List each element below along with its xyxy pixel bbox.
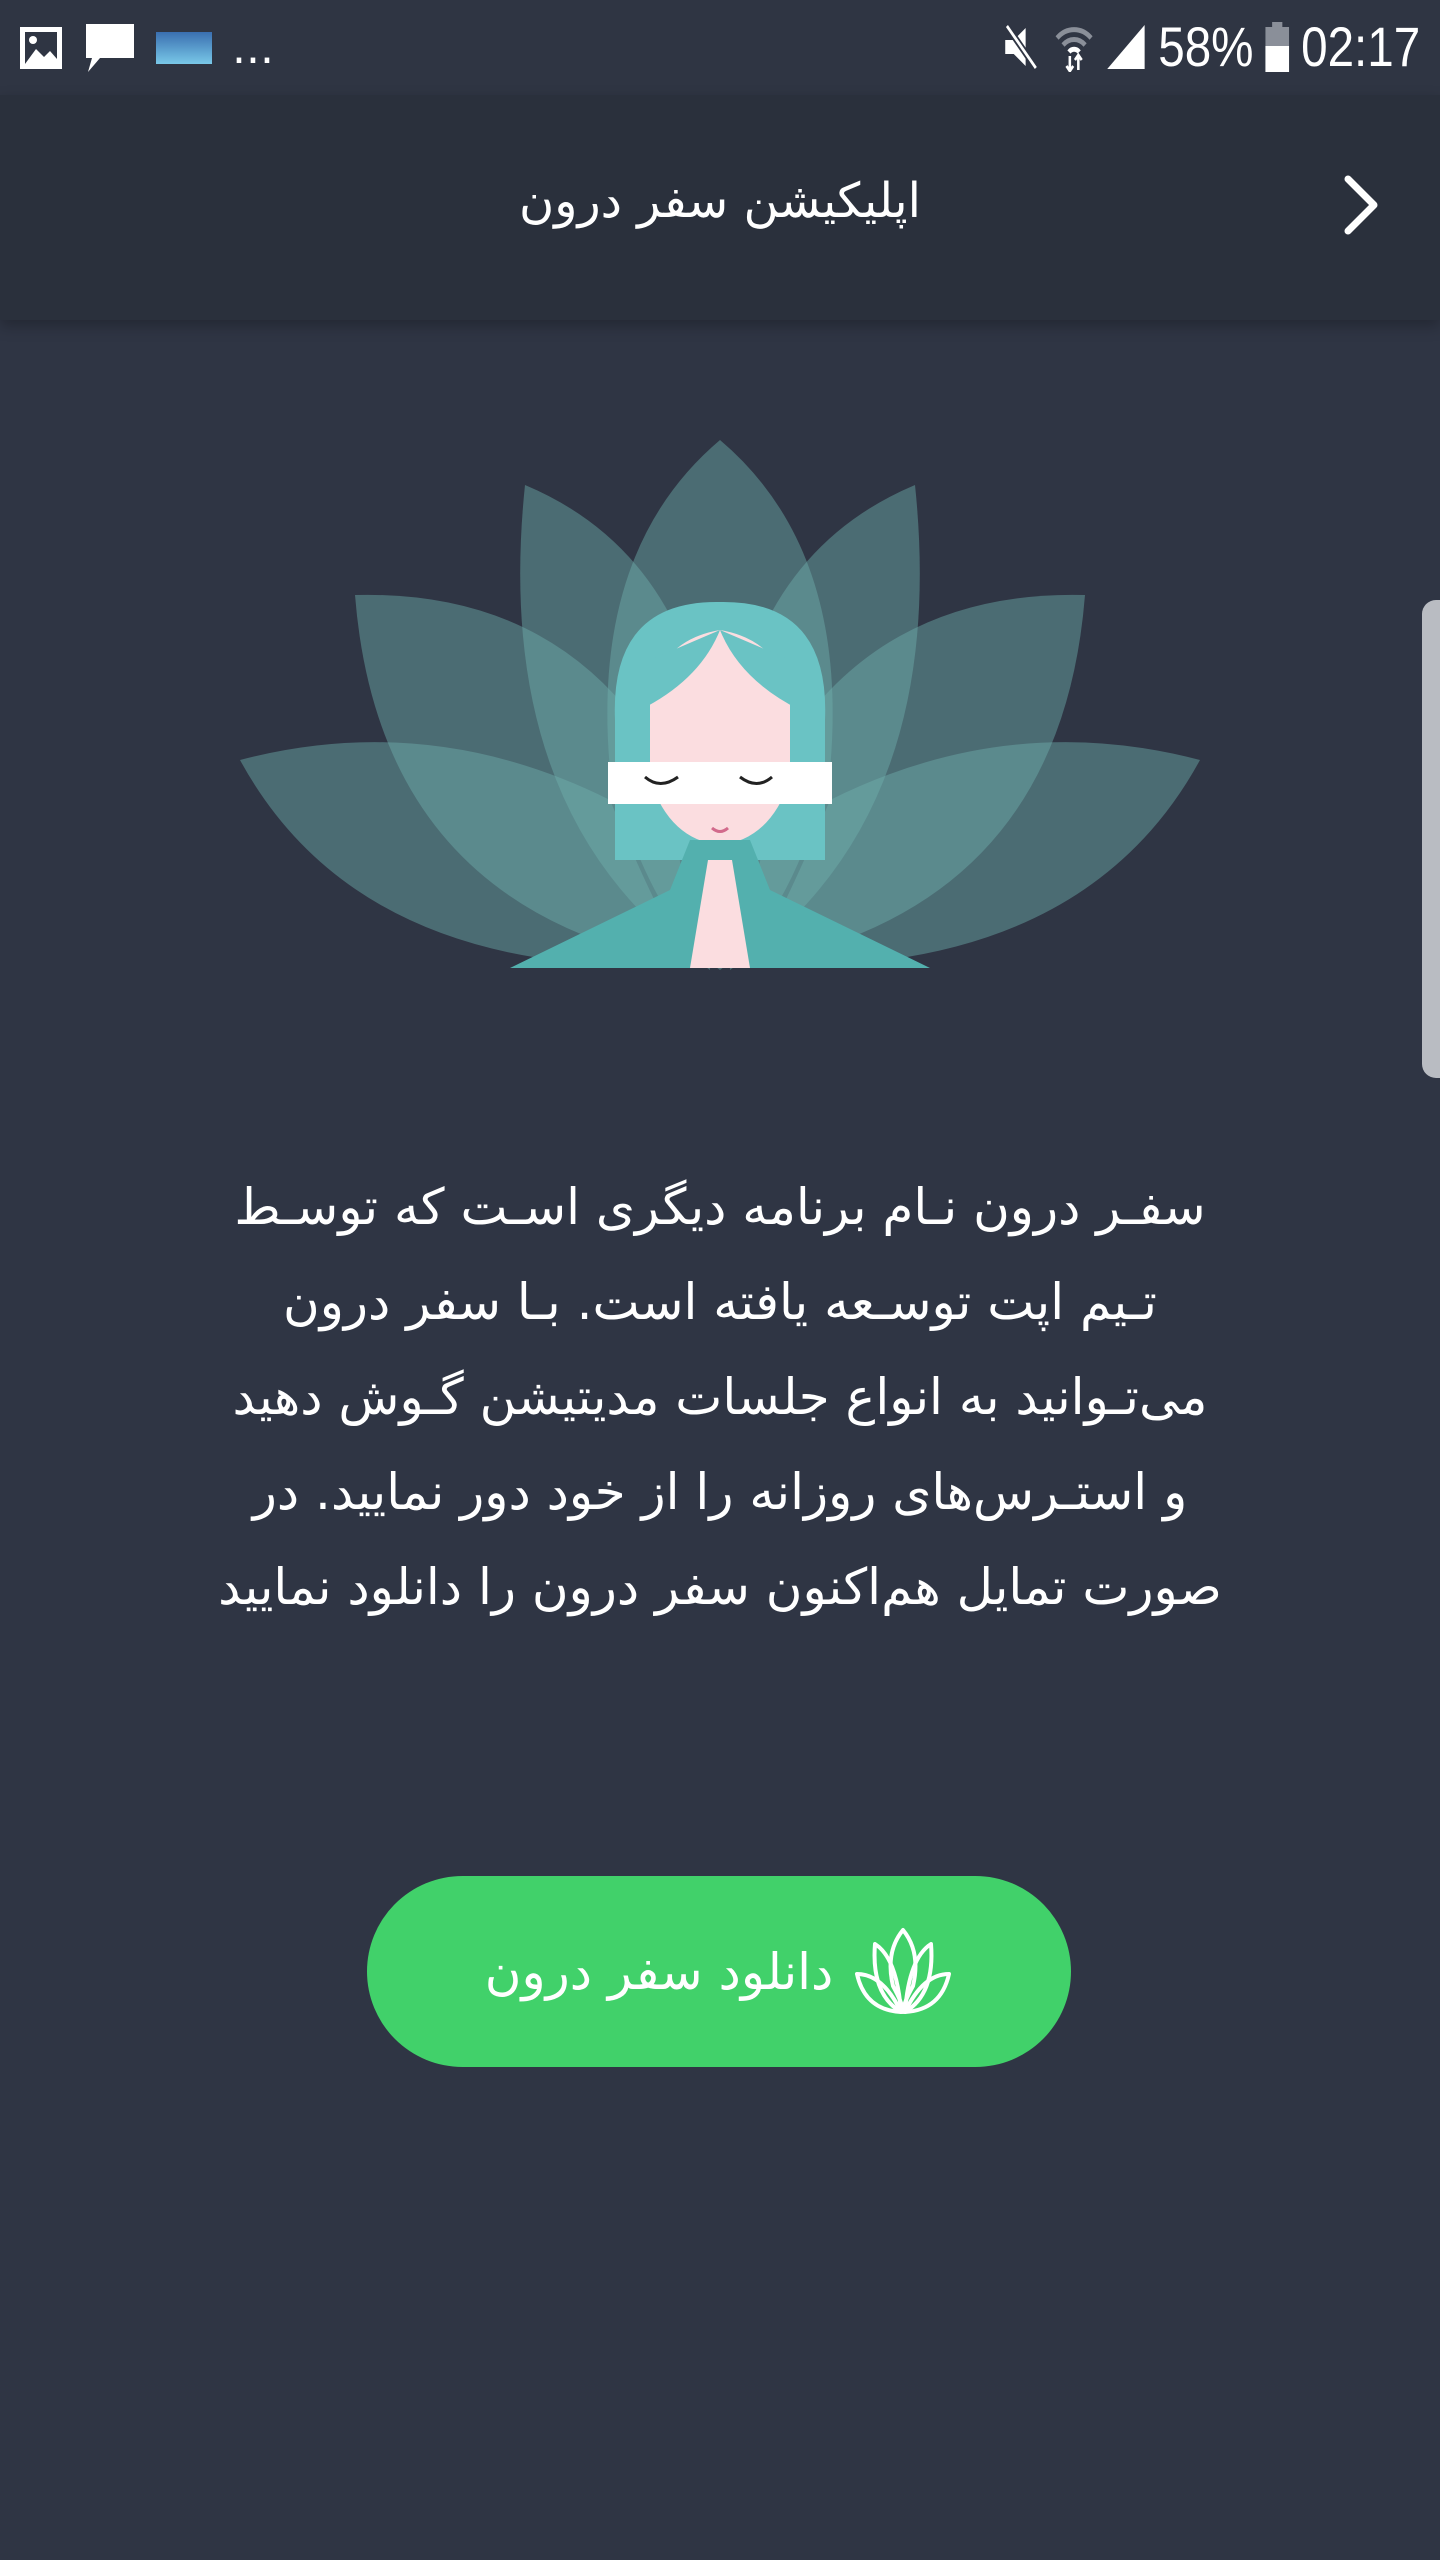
edge-panel-handle[interactable] (1422, 600, 1440, 1078)
mute-icon (1004, 23, 1038, 70)
image-icon (20, 27, 62, 69)
chevron-right-icon[interactable] (1320, 165, 1400, 245)
download-button-label: دانلود سفر درون (484, 1942, 834, 2001)
download-button[interactable]: دانلود سفر درون (367, 1876, 1071, 2067)
lotus-icon (855, 1927, 952, 2014)
battery-percent: 58% (1158, 15, 1254, 78)
wifi-icon (1055, 26, 1093, 72)
battery-icon (1265, 21, 1289, 72)
description-line: و استـرس‌های روزانه را از خود دور نمایید… (252, 1463, 1188, 1521)
description-line: سفـر درون نـام برنامه دیگری اسـت که توسـ… (234, 1178, 1206, 1236)
app-thumbnail-icon (156, 32, 212, 64)
clock: 02:17 (1300, 15, 1420, 78)
overflow-indicator: ... (232, 22, 274, 74)
status-bar: ... 58% 02:17 (0, 0, 1440, 95)
message-icon (86, 24, 134, 72)
signal-icon (1107, 24, 1145, 69)
description-line: صورت تمایل هم‌اکنون سفر درون را دانلود ن… (218, 1558, 1222, 1616)
description-line: می‌تـوانید به انواع جلسات مدیتیشن گـوش د… (232, 1368, 1208, 1426)
page-title: اپلیکیشن سفر درون (519, 173, 921, 229)
app-bar: اپلیکیشن سفر درون (0, 95, 1440, 320)
description-text: سفـر درون نـام برنامه دیگری اسـت که توسـ… (120, 1160, 1320, 1635)
description-line: تـیم اپت توسـعه یافته است. بـا سفر درون (283, 1273, 1157, 1331)
meditation-lotus-illustration (240, 440, 1200, 970)
